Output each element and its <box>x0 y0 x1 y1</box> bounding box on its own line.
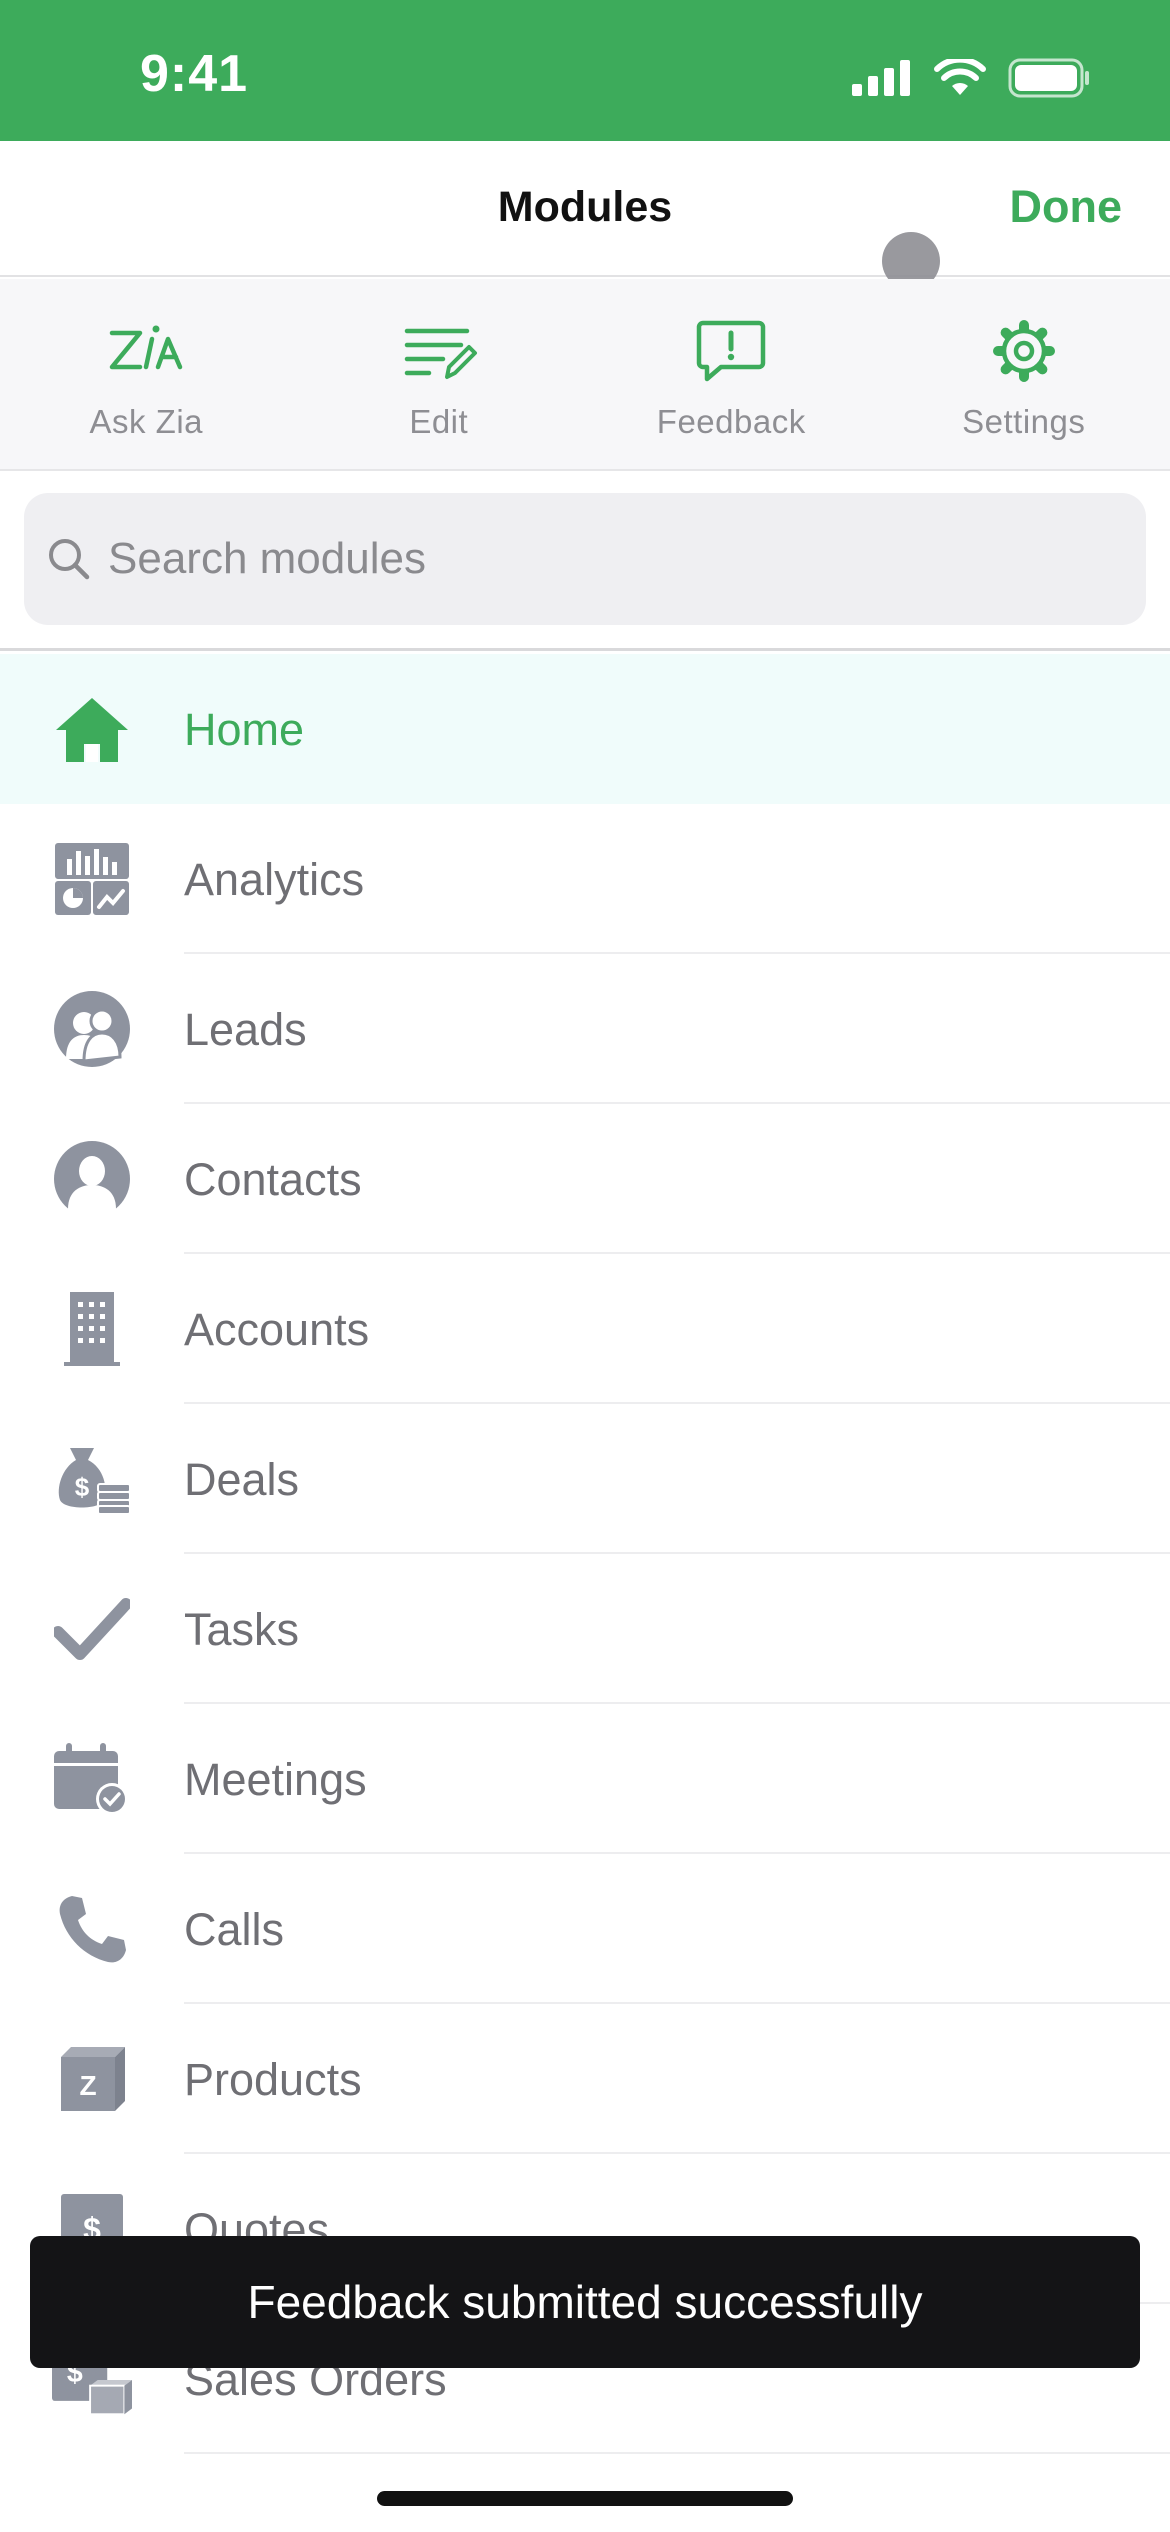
analytics-icon <box>52 841 132 917</box>
modules-screen: 9:41 Modules Done Ask Zia Edit Feedback … <box>0 0 1170 2532</box>
done-button[interactable]: Done <box>1010 181 1123 233</box>
search-icon <box>49 539 90 580</box>
module-label: Meetings <box>184 1754 367 1805</box>
search-bar[interactable] <box>24 493 1146 625</box>
module-label: Home <box>184 704 305 755</box>
module-label: Analytics <box>184 854 365 905</box>
zia-icon <box>110 325 183 370</box>
page-title: Modules <box>497 183 673 231</box>
module-row-products[interactable]: Z Products <box>0 2004 1170 2154</box>
navigation-bar: Modules Done <box>0 141 1170 277</box>
home-indicator[interactable] <box>377 2491 793 2506</box>
feedback-button[interactable]: Feedback <box>585 279 878 469</box>
wifi-icon <box>934 59 986 95</box>
battery-icon <box>1008 58 1089 98</box>
product-box-icon: Z <box>52 2041 132 2117</box>
status-bar: 9:41 <box>0 0 1170 141</box>
building-icon <box>52 1291 132 1367</box>
feedback-label: Feedback <box>656 403 806 440</box>
search-input[interactable] <box>108 534 1008 584</box>
action-toolbar: Ask Zia Edit Feedback Settings <box>0 279 1170 471</box>
settings-button[interactable]: Settings <box>878 279 1170 469</box>
svg-text:Z: Z <box>79 2070 96 2101</box>
money-bag-icon: $ <box>52 1441 132 1517</box>
module-row-meetings[interactable]: Meetings <box>0 1704 1170 1854</box>
module-label: Accounts <box>184 1304 370 1355</box>
module-row-analytics[interactable]: Analytics <box>0 804 1170 954</box>
status-time: 9:41 <box>140 45 249 103</box>
module-row-calls[interactable]: Calls <box>0 1854 1170 2004</box>
toast-notification: Feedback submitted successfully <box>30 2236 1140 2368</box>
edit-button[interactable]: Edit <box>293 279 586 469</box>
module-label: Tasks <box>184 1604 300 1655</box>
module-label: Leads <box>184 1004 307 1055</box>
status-icons <box>852 58 1090 98</box>
contact-icon <box>52 1141 132 1217</box>
edit-list-icon <box>404 328 477 379</box>
calendar-icon <box>52 1741 132 1817</box>
module-row-leads[interactable]: Leads <box>0 954 1170 1104</box>
settings-label: Settings <box>962 403 1086 440</box>
gear-icon <box>992 320 1055 382</box>
feedback-icon <box>697 320 766 382</box>
module-label: Deals <box>184 1454 300 1505</box>
toast-message: Feedback submitted successfully <box>247 2276 923 2328</box>
module-row-deals[interactable]: $ Deals <box>0 1404 1170 1554</box>
svg-text:$: $ <box>75 1472 90 1502</box>
module-row-accounts[interactable]: Accounts <box>0 1254 1170 1404</box>
cellular-signal-icon <box>852 60 910 96</box>
home-icon <box>52 691 132 767</box>
module-row-contacts[interactable]: Contacts <box>0 1104 1170 1254</box>
phone-icon <box>52 1891 132 1967</box>
module-label: Contacts <box>184 1154 362 1205</box>
leads-icon <box>52 991 132 1067</box>
edit-label: Edit <box>409 403 469 440</box>
ask-zia-button[interactable]: Ask Zia <box>0 279 293 469</box>
module-row-tasks[interactable]: Tasks <box>0 1554 1170 1704</box>
checkmark-icon <box>52 1591 132 1667</box>
modules-list: Home Analytics Leads Contacts Accounts $… <box>0 654 1170 2454</box>
module-label: Calls <box>184 1904 285 1955</box>
ask-zia-label: Ask Zia <box>89 403 204 440</box>
module-label: Products <box>184 2054 362 2105</box>
search-section <box>0 471 1170 651</box>
module-row-home[interactable]: Home <box>0 654 1170 804</box>
